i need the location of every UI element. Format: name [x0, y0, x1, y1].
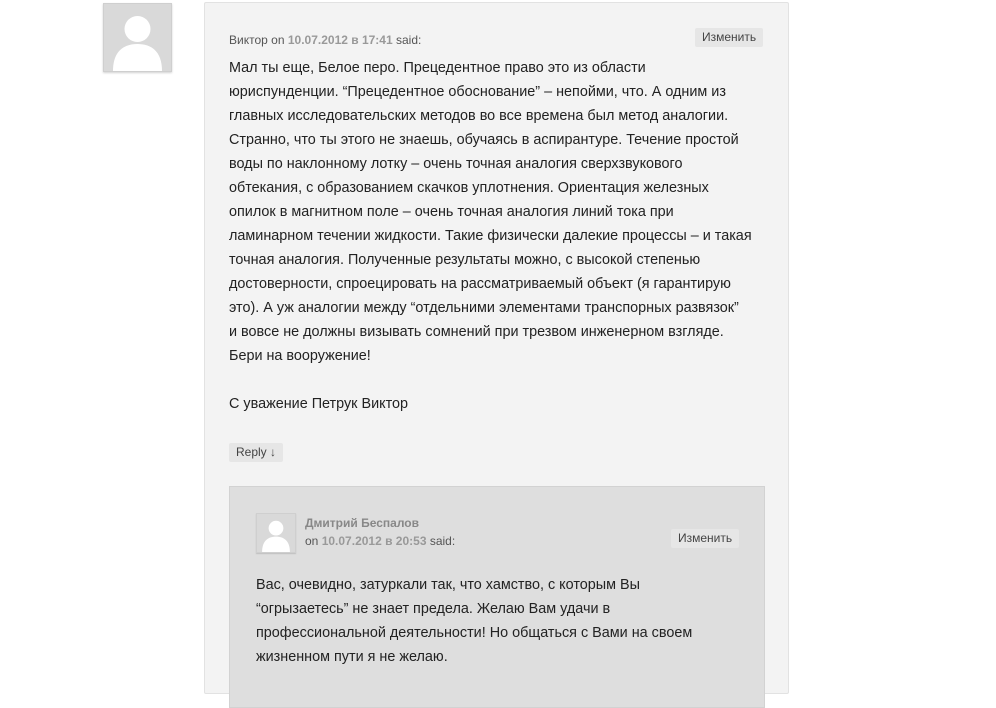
reply-author-link[interactable]: Дмитрий Беспалов — [305, 516, 419, 530]
reply-meta: on 10.07.2012 в 20:53 said: — [305, 534, 455, 548]
comment-text-line: главных исследовательских методов во все… — [229, 108, 729, 124]
comment-text-line: это). А уж аналогии между “отдельними эл… — [229, 300, 739, 316]
comment-meta: Виктор on 10.07.2012 в 17:41 said: — [229, 33, 421, 47]
comment-text-line: ламинарном течении жидкости. Такие физич… — [229, 228, 752, 244]
comment-text-line: обтекания, с образованием скачков уплотн… — [229, 180, 709, 196]
reply-on: on — [305, 534, 319, 548]
reply-said: said: — [429, 534, 456, 548]
comment-text-line: Мал ты еще, Белое перо. Прецедентное пра… — [229, 60, 646, 76]
reply-date-link[interactable]: 10.07.2012 в 20:53 — [322, 534, 427, 548]
reply-button[interactable]: Reply ↓ — [229, 443, 284, 462]
avatar — [256, 513, 296, 553]
comment-body: Мал ты еще, Белое перо. Прецедентное пра… — [229, 56, 769, 416]
comment-author: Виктор — [229, 33, 268, 47]
reply-text-line: “огрызаетесь” не знает предела. Желаю Ва… — [256, 601, 611, 617]
comment-text-line: Странно, что ты этого не знаешь, обучаяс… — [229, 132, 739, 148]
comment-text-line: и вовсе не должны визывать сомнений при … — [229, 324, 724, 340]
comment-text-line: точная аналогия. Полученные результаты м… — [229, 252, 701, 268]
comment: Виктор on 10.07.2012 в 17:41 said: Измен… — [204, 2, 789, 708]
comment-on: on — [271, 33, 285, 47]
comment-text-line: воды по наклонному лотку – очень точная … — [229, 156, 683, 172]
comment-text-line: достоверности, спроецировать на рассматр… — [229, 276, 731, 292]
reply-text-line: Вас, очевидно, затуркали так, что хамств… — [256, 577, 640, 593]
default-person-icon — [104, 4, 171, 71]
avatar — [103, 3, 172, 72]
comment-date-link[interactable]: 10.07.2012 в 17:41 — [288, 33, 393, 47]
comment-text-line: юриспунденции. “Прецедентное обоснование… — [229, 84, 726, 100]
comment-text-line: опилок в магнитном поле – очень точная а… — [229, 204, 674, 220]
default-person-icon — [257, 514, 295, 552]
reply-edit-button[interactable]: Изменить — [671, 529, 740, 548]
comment-said: said: — [396, 33, 422, 47]
comment-text-line: Бери на вооружение! — [229, 348, 371, 364]
nested-comment: Дмитрий Беспалов on 10.07.2012 в 20:53 s… — [229, 486, 765, 708]
reply-text-line: жизненном пути я не желаю. — [256, 649, 448, 665]
comment-paragraph: Мал ты еще, Белое перо. Прецедентное пра… — [229, 56, 769, 368]
comment-signature: С уважение Петрук Виктор — [229, 396, 409, 412]
edit-button[interactable]: Изменить — [695, 28, 764, 47]
reply-text-line: профессиональной деятельности! Но общать… — [256, 625, 693, 641]
reply-body: Вас, очевидно, затуркали так, что хамств… — [256, 573, 756, 669]
